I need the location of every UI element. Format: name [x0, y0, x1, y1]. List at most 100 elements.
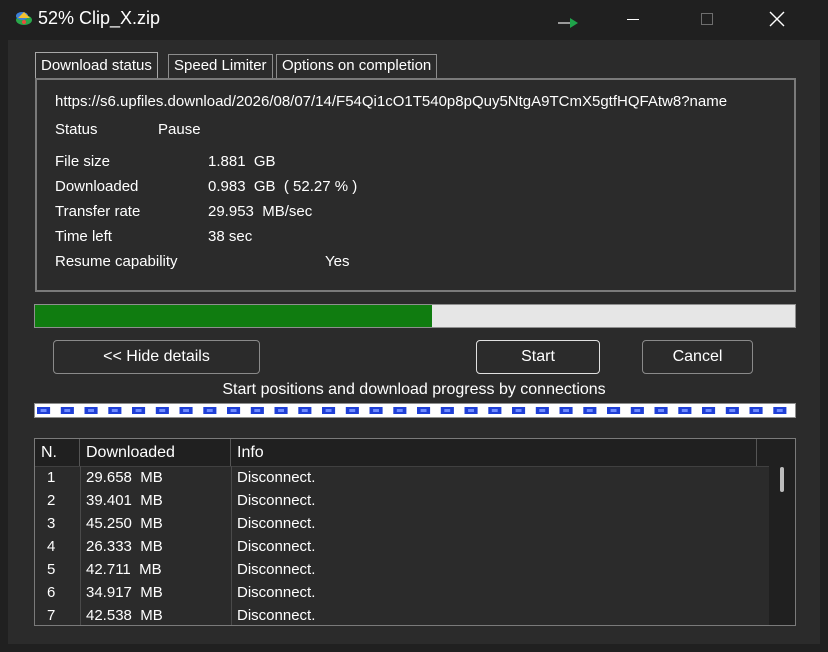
connection-segment-highlight [515, 409, 522, 412]
connection-segment-highlight [301, 409, 308, 412]
row-info: Disconnect. [237, 607, 316, 624]
minimize-icon [627, 19, 639, 20]
table-row[interactable]: 3 45.250 MB Disconnect. [35, 513, 765, 536]
row-info: Disconnect. [237, 538, 316, 555]
minimize-button[interactable] [610, 0, 656, 38]
row-info: Disconnect. [237, 469, 316, 486]
connection-segment-highlight [135, 409, 142, 412]
title-bar[interactable]: 52% Clip_X.zip [0, 0, 828, 38]
connection-segment-highlight [230, 409, 237, 412]
connection-segment-highlight [420, 409, 427, 412]
connection-segment-highlight [586, 409, 593, 412]
row-number: 5 [47, 561, 56, 578]
column-header-downloaded[interactable]: Downloaded [80, 439, 231, 466]
connections-table: N. Downloaded Info 1 29.658 MB Disconnec… [34, 438, 796, 626]
connection-segment-highlight [396, 409, 403, 412]
row-downloaded: 26.333 MB [86, 538, 163, 555]
connections-progress-bar [34, 403, 796, 418]
connection-segment-highlight [183, 409, 189, 412]
connection-segment-highlight [634, 409, 641, 412]
table-scrollbar[interactable] [769, 439, 795, 625]
hide-details-button[interactable]: << Hide details [53, 340, 260, 374]
connection-segment-highlight [753, 409, 759, 412]
table-row[interactable]: 5 42.711 MB Disconnect. [35, 559, 765, 582]
row-downloaded: 42.538 MB [86, 607, 163, 624]
row-number: 6 [47, 584, 56, 601]
status-label: Status [55, 121, 98, 138]
download-arrow-icon [558, 16, 580, 28]
table-row[interactable]: 2 39.401 MB Disconnect. [35, 490, 765, 513]
row-downloaded: 39.401 MB [86, 492, 163, 509]
row-number: 1 [47, 469, 56, 486]
connection-segment-highlight [159, 409, 166, 412]
cancel-button[interactable]: Cancel [642, 340, 753, 374]
download-progress-fill [35, 305, 433, 327]
window-title: 52% Clip_X.zip [38, 8, 161, 28]
row-number: 2 [47, 492, 56, 509]
resume-capability-value: Yes [325, 253, 350, 270]
table-row[interactable]: 1 29.658 MB Disconnect. [35, 467, 765, 490]
tab-speed-limiter[interactable]: Speed Limiter [168, 54, 273, 78]
connection-segment-highlight [491, 409, 498, 412]
connection-segment-highlight [373, 409, 379, 412]
row-info: Disconnect. [237, 515, 316, 532]
row-info: Disconnect. [237, 492, 316, 509]
scrollbar-thumb[interactable] [780, 467, 784, 492]
connection-segment-highlight [705, 409, 712, 412]
connection-segment-highlight [206, 409, 213, 412]
row-number: 3 [47, 515, 56, 532]
file-size-value: 1.881 GB [208, 153, 276, 170]
tab-download-status[interactable]: Download status [35, 52, 158, 79]
connection-segment-highlight [64, 409, 71, 412]
table-row[interactable]: 4 26.333 MB Disconnect. [35, 536, 765, 559]
download-url: https://s6.upfiles.download/2026/08/07/1… [55, 93, 728, 110]
maximize-button[interactable] [684, 0, 730, 38]
row-downloaded: 42.711 MB [86, 561, 162, 578]
download-dialog: Download status Speed Limiter Options on… [8, 40, 820, 644]
downloaded-value: 0.983 GB ( 52.27 % ) [208, 178, 358, 195]
time-left-value: 38 sec [208, 228, 253, 245]
connection-segment-highlight [681, 409, 688, 412]
tab-options-on-completion[interactable]: Options on completion [276, 54, 438, 78]
connection-segment-highlight [349, 409, 356, 412]
connection-segment-highlight [254, 409, 261, 412]
column-header-info[interactable]: Info [231, 439, 757, 466]
row-downloaded: 45.250 MB [86, 515, 163, 532]
close-icon [769, 11, 785, 27]
connection-segment-highlight [111, 409, 118, 412]
row-info: Disconnect. [237, 561, 316, 578]
connection-segment-highlight [610, 409, 617, 412]
connection-segment-highlight [88, 409, 94, 412]
maximize-icon [701, 13, 713, 25]
resume-capability-label: Resume capability [55, 253, 178, 270]
connection-segment-highlight [776, 409, 783, 412]
table-row[interactable]: 6 34.917 MB Disconnect. [35, 582, 765, 605]
row-downloaded: 29.658 MB [86, 469, 163, 486]
connection-segment-highlight [325, 409, 332, 412]
download-status-panel: https://s6.upfiles.download/2026/08/07/1… [35, 78, 796, 292]
row-downloaded: 34.917 MB [86, 584, 163, 601]
row-number: 7 [47, 607, 56, 624]
column-header-number[interactable]: N. [35, 439, 80, 466]
connection-segment-highlight [444, 409, 451, 412]
download-progress-bar [34, 304, 796, 328]
file-size-label: File size [55, 153, 111, 170]
downloaded-label: Downloaded [55, 178, 139, 195]
status-value: Pause [158, 121, 201, 138]
close-button[interactable] [754, 0, 800, 38]
connection-segment-highlight [40, 409, 47, 412]
time-left-label: Time left [55, 228, 112, 245]
idm-app-icon [14, 9, 34, 27]
connection-segment-highlight [729, 409, 736, 412]
connections-caption: Start positions and download progress by… [222, 381, 606, 398]
table-header: N. Downloaded Info [35, 439, 781, 467]
connection-segment-highlight [539, 409, 546, 412]
connection-segment-highlight [278, 409, 284, 412]
start-button[interactable]: Start [476, 340, 600, 374]
row-number: 4 [47, 538, 56, 555]
connections-segments [37, 407, 787, 414]
table-row[interactable]: 7 42.538 MB Disconnect. [35, 605, 765, 625]
row-info: Disconnect. [237, 584, 316, 601]
connection-segment-highlight [658, 409, 664, 412]
transfer-rate-label: Transfer rate [55, 203, 141, 220]
